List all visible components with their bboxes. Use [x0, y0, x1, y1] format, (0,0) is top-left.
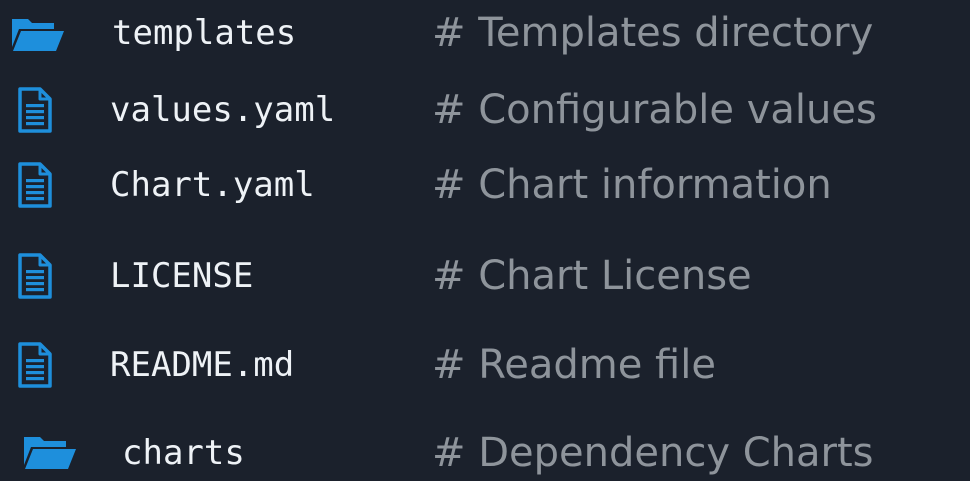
entry-name: Chart.yaml: [110, 165, 315, 205]
tree-row-readme: README.md # Readme file: [0, 335, 970, 395]
entry-name: LICENSE: [110, 256, 254, 296]
file-icon: [18, 342, 52, 388]
entry-comment: # Readme file: [432, 342, 716, 388]
entry-comment: # Templates directory: [432, 10, 874, 56]
tree-row-chart-yaml: Chart.yaml # Chart information: [0, 155, 970, 215]
tree-row-values-yaml: values.yaml # Configurable values: [0, 80, 970, 140]
file-icon: [18, 253, 52, 299]
entry-comment: # Chart information: [432, 162, 832, 208]
entry-name: README.md: [110, 345, 295, 385]
folder-icon: [24, 437, 76, 469]
folder-icon: [12, 19, 64, 51]
tree-row-charts: charts # Dependency Charts: [0, 423, 970, 481]
tree-row-license: LICENSE # Chart License: [0, 246, 970, 306]
entry-comment: # Chart License: [432, 253, 752, 299]
entry-comment: # Configurable values: [432, 87, 877, 133]
chart-directory-tree: templates # Templates directory values.y…: [0, 0, 970, 481]
file-icon: [18, 162, 52, 208]
entry-name: templates: [112, 13, 297, 53]
entry-name: charts: [122, 433, 245, 473]
entry-name: values.yaml: [110, 90, 336, 130]
entry-comment: # Dependency Charts: [432, 430, 874, 476]
tree-row-templates: templates # Templates directory: [0, 3, 970, 63]
file-icon: [18, 87, 52, 133]
